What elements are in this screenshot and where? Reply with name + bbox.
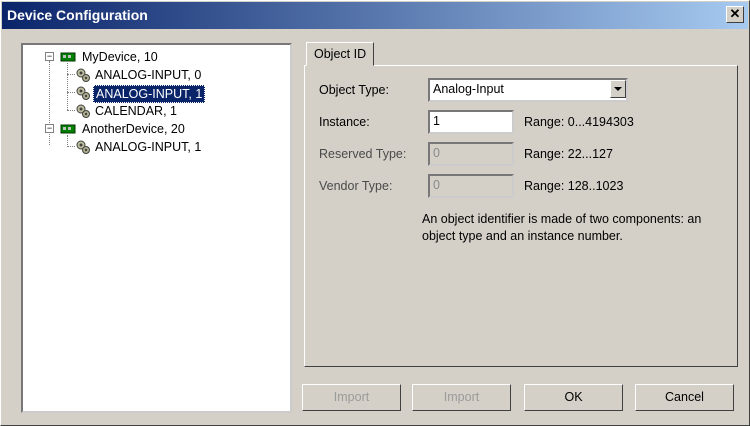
chevron-down-icon[interactable] (610, 80, 626, 98)
tree-node-label: ANALOG-INPUT, 1 (95, 140, 202, 154)
device-icon (60, 124, 76, 134)
object-type-select[interactable]: Analog-Input (428, 78, 628, 102)
tree-node-label-selected: ANALOG-INPUT, 1 (93, 85, 206, 103)
tab-object-id[interactable]: Object ID (306, 42, 374, 66)
tree-node-analog-input-0[interactable]: ANALOG-INPUT, 0 (23, 67, 283, 83)
collapse-icon[interactable]: − (45, 124, 54, 133)
tree-node-calendar-1[interactable]: CALENDAR, 1 (23, 103, 283, 119)
import-button-2[interactable]: Import (412, 384, 511, 411)
reserved-type-label: Reserved Type: (319, 147, 407, 161)
vendor-type-field: 0 (428, 174, 514, 198)
window-title: Device Configuration (7, 7, 148, 23)
gear-icon (76, 140, 90, 154)
tree-node-label: ANALOG-INPUT, 0 (95, 68, 202, 82)
close-button[interactable]: ✕ (726, 6, 744, 23)
device-configuration-dialog: Device Configuration ✕ − MyDevice, 10 AN… (0, 0, 750, 426)
close-icon: ✕ (729, 6, 741, 21)
tree-node-analog-input-1-another[interactable]: ANALOG-INPUT, 1 (23, 139, 283, 155)
object-id-description: An object identifier is made of two comp… (422, 212, 702, 243)
instance-range: Range: 0...4194303 (524, 115, 634, 129)
device-icon (60, 52, 76, 62)
import-button-1[interactable]: Import (302, 384, 401, 411)
cancel-button[interactable]: Cancel (635, 384, 734, 411)
tree-node-analog-input-1[interactable]: ANALOG-INPUT, 1 (23, 85, 283, 103)
vendor-type-label: Vendor Type: (319, 179, 393, 193)
tree-node-label: AnotherDevice, 20 (82, 122, 185, 136)
title-bar[interactable]: Device Configuration ✕ (2, 2, 748, 29)
gear-icon (76, 86, 90, 100)
tree-node-label: CALENDAR, 1 (95, 104, 177, 118)
gear-icon (76, 104, 90, 118)
tree-node-label: MyDevice, 10 (82, 50, 158, 64)
tree-node-mydevice[interactable]: − MyDevice, 10 (23, 49, 283, 65)
tree-node-anotherdevice[interactable]: − AnotherDevice, 20 (23, 121, 283, 137)
instance-label: Instance: (319, 115, 370, 129)
object-type-label: Object Type: (319, 83, 389, 97)
device-tree[interactable]: − MyDevice, 10 ANALOG-INPUT, 0 ANALOG-IN… (21, 43, 292, 413)
tab-label: Object ID (314, 47, 367, 61)
vendor-range: Range: 128..1023 (524, 179, 624, 193)
reserved-type-field: 0 (428, 142, 514, 166)
gear-icon (76, 68, 90, 82)
instance-field[interactable]: 1 (428, 110, 514, 134)
collapse-icon[interactable]: − (45, 52, 54, 61)
ok-button[interactable]: OK (524, 384, 623, 411)
reserved-range: Range: 22...127 (524, 147, 613, 161)
object-type-value: Analog-Input (433, 82, 504, 96)
